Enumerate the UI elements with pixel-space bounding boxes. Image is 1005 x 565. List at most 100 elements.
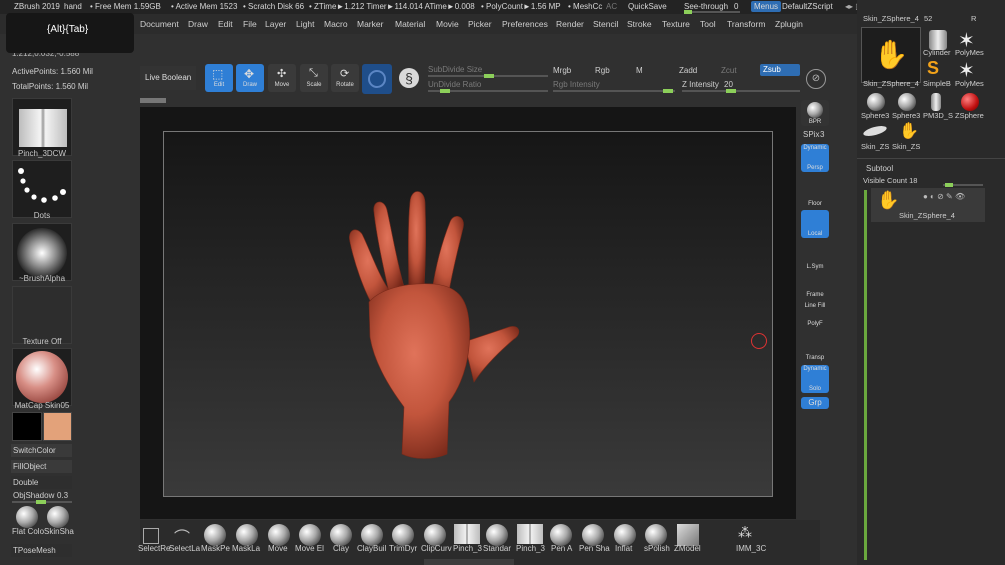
- mask-pen-icon[interactable]: [204, 524, 226, 546]
- hand-icon[interactable]: ✋: [899, 121, 919, 141]
- sphere3d-icon-2[interactable]: [898, 93, 916, 111]
- subtool-header[interactable]: Subtool: [866, 164, 893, 173]
- menu-draw[interactable]: Draw: [188, 19, 208, 29]
- menu-edit[interactable]: Edit: [218, 19, 233, 29]
- menu-tool[interactable]: Tool: [700, 19, 716, 29]
- subtool-item[interactable]: ✋ ● ◐ ⊘ ✎ 👁 Skin_ZSphere_4: [871, 188, 985, 222]
- inflat-icon[interactable]: [614, 524, 636, 546]
- live-boolean-button[interactable]: Live Boolean: [140, 66, 196, 90]
- subtool-scrollbar[interactable]: [864, 190, 867, 560]
- zadd-button[interactable]: Zadd: [679, 66, 697, 75]
- shelf-scroll-handle[interactable]: [424, 559, 514, 565]
- menu-picker[interactable]: Picker: [468, 19, 492, 29]
- solo-button[interactable]: Dynamic Solo: [801, 365, 829, 393]
- skin-zsphere-icon[interactable]: [862, 124, 888, 138]
- select-rect-icon[interactable]: [143, 528, 159, 544]
- menu-macro[interactable]: Macro: [324, 19, 348, 29]
- skin-shade-sphere-icon[interactable]: [47, 506, 69, 528]
- alpha-thumbnail[interactable]: [12, 223, 72, 281]
- menu-movie[interactable]: Movie: [436, 19, 459, 29]
- edit-button[interactable]: ⬚ Edit: [205, 64, 233, 92]
- pinch-brush-icon-2[interactable]: [517, 524, 543, 544]
- double-button[interactable]: Double: [11, 476, 72, 489]
- transp-button[interactable]: Transp: [801, 336, 829, 362]
- tpose-mesh-button[interactable]: TPoseMesh: [11, 544, 72, 557]
- menu-marker[interactable]: Marker: [357, 19, 383, 29]
- spolish-icon[interactable]: [645, 524, 667, 546]
- menu-material[interactable]: Material: [395, 19, 425, 29]
- hand-tool-thumbnail[interactable]: ✋: [861, 27, 921, 83]
- mrgb-button[interactable]: Mrgb: [553, 66, 571, 75]
- frame-button[interactable]: Frame: [801, 273, 829, 299]
- pen-shadow-icon[interactable]: [582, 524, 604, 546]
- default-zscript[interactable]: DefaultZScript: [782, 2, 833, 11]
- objshadow-slider[interactable]: [12, 500, 72, 504]
- texture-thumbnail[interactable]: [12, 286, 72, 344]
- undivide-ratio-slider[interactable]: [428, 89, 548, 93]
- pm3d-icon[interactable]: [931, 93, 941, 111]
- zcut-button[interactable]: Zcut: [721, 66, 737, 75]
- draw-size-dial-icon[interactable]: ⊘: [806, 69, 826, 89]
- dynamesh-icon[interactable]: §: [399, 68, 419, 88]
- cylinder-icon[interactable]: [929, 30, 947, 50]
- trimdynamic-icon[interactable]: [392, 524, 414, 546]
- visible-count-slider[interactable]: [943, 183, 983, 187]
- menu-file[interactable]: File: [243, 19, 257, 29]
- draw-button[interactable]: ✥ Draw: [236, 64, 264, 92]
- hand-model[interactable]: [164, 132, 774, 498]
- material-thumbnail[interactable]: [12, 348, 72, 406]
- stroke-thumbnail[interactable]: [12, 160, 72, 218]
- standard-icon[interactable]: [486, 524, 508, 546]
- zsphere-icon[interactable]: [961, 93, 979, 111]
- move-brush-icon[interactable]: [268, 524, 290, 546]
- quicksave-button[interactable]: QuickSave: [628, 2, 667, 11]
- switch-color-button[interactable]: SwitchColor: [11, 444, 72, 457]
- menu-document[interactable]: Document: [140, 19, 179, 29]
- canvas-scroll-handle[interactable]: [140, 98, 166, 103]
- scale-button[interactable]: ⤡ Scale: [300, 64, 328, 92]
- secondary-color-swatch[interactable]: [43, 412, 72, 441]
- mask-lasso-icon[interactable]: [236, 524, 258, 546]
- zsub-button[interactable]: Zsub: [760, 64, 800, 76]
- zmodeler-icon[interactable]: [677, 524, 699, 546]
- subdivide-size-slider[interactable]: [428, 74, 548, 78]
- bpr-button[interactable]: BPR: [801, 100, 829, 126]
- see-through-slider[interactable]: [684, 10, 740, 14]
- local-button[interactable]: Local: [801, 210, 829, 238]
- move-button[interactable]: ✣ Move: [268, 64, 296, 92]
- subtool-toggles-icon[interactable]: ● ◐ ⊘ ✎ 👁: [923, 192, 965, 201]
- menu-zplugin[interactable]: Zplugin: [775, 19, 803, 29]
- persp-button[interactable]: Dynamic Persp: [801, 144, 829, 172]
- brush-thumbnail[interactable]: [12, 98, 72, 156]
- clay-icon[interactable]: [330, 524, 352, 546]
- pinch-brush-icon-1[interactable]: [454, 524, 480, 544]
- tool-r-button[interactable]: R: [971, 14, 976, 23]
- simplebrush-icon[interactable]: S: [927, 58, 939, 79]
- viewport[interactable]: [163, 131, 773, 497]
- menu-preferences[interactable]: Preferences: [502, 19, 548, 29]
- polyf-button[interactable]: Line Fill PolyF: [801, 302, 829, 328]
- flat-color-sphere-icon[interactable]: [16, 506, 38, 528]
- z-intensity-slider[interactable]: [682, 89, 800, 93]
- m-button[interactable]: M: [636, 66, 643, 75]
- menu-render[interactable]: Render: [556, 19, 584, 29]
- primary-color-swatch[interactable]: [12, 412, 42, 441]
- pen-a-icon[interactable]: [550, 524, 572, 546]
- lsym-button[interactable]: L.Sym: [801, 245, 829, 271]
- gizmo-button[interactable]: [362, 64, 392, 94]
- rgb-button[interactable]: Rgb: [595, 66, 610, 75]
- clipcurve-icon[interactable]: [424, 524, 446, 546]
- claybuildup-icon[interactable]: [361, 524, 383, 546]
- menu-transform[interactable]: Transform: [727, 19, 765, 29]
- fill-object-button[interactable]: FillObject: [11, 460, 72, 473]
- grp-button[interactable]: Grp: [801, 397, 829, 409]
- menu-light[interactable]: Light: [296, 19, 314, 29]
- menu-layer[interactable]: Layer: [265, 19, 286, 29]
- menu-stroke[interactable]: Stroke: [627, 19, 652, 29]
- rotate-button[interactable]: ⟳ Rotate: [331, 64, 359, 92]
- floor-button[interactable]: Floor: [801, 182, 829, 208]
- rgb-intensity-slider[interactable]: [553, 89, 675, 93]
- menus-button[interactable]: Menus: [751, 1, 782, 12]
- sphere3d-icon[interactable]: [867, 93, 885, 111]
- menu-stencil[interactable]: Stencil: [593, 19, 619, 29]
